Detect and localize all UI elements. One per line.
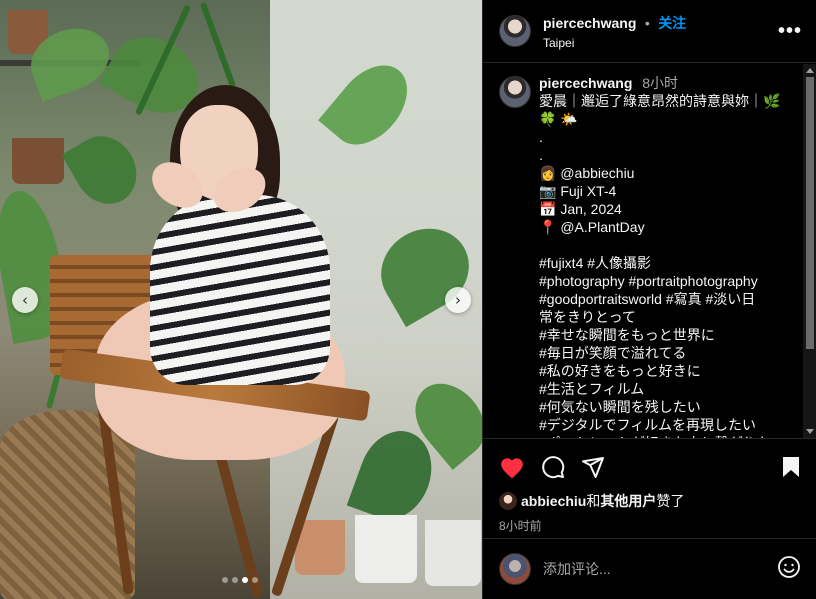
caption-line[interactable]: 👩 @abbiechiu xyxy=(539,164,787,182)
carousel-dot xyxy=(222,577,228,583)
caption-author-avatar[interactable] xyxy=(499,76,531,108)
plant-pot xyxy=(355,515,417,583)
caption-line: . xyxy=(539,129,543,145)
header-separator: • xyxy=(644,14,650,31)
post-header: piercechwang • 关注 Taipei ••• xyxy=(483,0,816,63)
likes-summary: abbiechiu 和 其他用户 赞了 xyxy=(499,491,801,511)
caption-line[interactable]: #goodportraitsworld #寫真 #淡い日 xyxy=(539,290,787,308)
caption-line[interactable]: #何気ない瞬間を残したい xyxy=(539,398,787,416)
carousel-prev-button[interactable]: ‹ xyxy=(12,287,38,313)
fern-stem xyxy=(199,1,237,89)
caption-text: 愛晨｜邂逅了綠意昂然的詩意與妳｜🌿 🍀 🌤️.. 👩 @abbiechiu 📷 Fuj… xyxy=(539,92,787,438)
viewer-avatar xyxy=(499,553,531,585)
caption-line[interactable]: #デジタルでフィルムを再現したい xyxy=(539,416,787,434)
post-location[interactable]: Taipei xyxy=(543,36,778,50)
bookmark-filled-icon[interactable] xyxy=(781,455,801,479)
caption-line[interactable]: #生活とフィルム xyxy=(539,380,787,398)
carousel-next-button[interactable]: › xyxy=(445,287,471,313)
plant-pot xyxy=(425,520,481,586)
comments-panel[interactable]: piercechwang 8小时 愛晨｜邂逅了綠意昂然的詩意與妳｜🌿 🍀 🌤️..… xyxy=(483,64,803,438)
carousel-dots xyxy=(222,577,258,583)
caption-line[interactable]: #私の好きをもっと好きに xyxy=(539,362,787,380)
comment-composer xyxy=(483,538,816,599)
likes-others-link[interactable]: 其他用户 xyxy=(600,491,656,511)
likes-connector: 和 xyxy=(586,493,601,509)
model-striped-top xyxy=(150,195,330,385)
liker-username[interactable]: abbiechiu xyxy=(521,493,586,509)
post-media[interactable]: ‹ › xyxy=(0,0,482,599)
caption-line[interactable]: #fujixt4 #人像攝影 xyxy=(539,254,787,272)
caption-line[interactable]: #幸せな瞬間をもっと世界に xyxy=(539,326,787,344)
smiley-icon[interactable] xyxy=(777,555,801,584)
caption-line: 🍀 🌤️ xyxy=(539,111,578,127)
action-icon-row xyxy=(499,453,801,481)
comment-input[interactable] xyxy=(543,561,777,577)
caption-username[interactable]: piercechwang xyxy=(539,75,632,91)
carousel-dot xyxy=(242,577,248,583)
plant-pot xyxy=(12,138,64,184)
caption-line: 📅 Jan, 2024 xyxy=(539,201,622,217)
comments-scrollbar[interactable] xyxy=(803,64,816,438)
follow-button[interactable]: 关注 xyxy=(658,15,686,31)
post-timestamp[interactable]: 8小时前 xyxy=(499,517,801,534)
author-username[interactable]: piercechwang xyxy=(543,15,636,31)
author-info: piercechwang • 关注 Taipei xyxy=(543,13,778,50)
plant-leaf xyxy=(61,124,149,216)
scroll-down-arrow-icon[interactable] xyxy=(806,429,814,434)
caption-line[interactable]: #毎日が笑顔で溢れてる xyxy=(539,344,787,362)
caption-line[interactable]: 📍 @A.PlantDay xyxy=(539,218,787,236)
carousel-dot xyxy=(252,577,258,583)
caption-line: 愛晨｜邂逅了綠意昂然的詩意與妳｜🌿 xyxy=(539,93,781,109)
post-sidebar: piercechwang • 关注 Taipei ••• piercechwan… xyxy=(482,0,816,599)
post-actions: abbiechiu 和 其他用户 赞了 8小时前 xyxy=(483,438,816,534)
caption-line xyxy=(539,236,787,254)
scrollbar-thumb[interactable] xyxy=(806,77,814,349)
paper-plane-icon[interactable] xyxy=(581,455,605,479)
likes-suffix: 赞了 xyxy=(656,493,685,509)
comment-bubble-icon[interactable] xyxy=(541,455,565,479)
caption-line: . xyxy=(539,147,543,163)
caption-line: 常をきりとって xyxy=(539,309,636,325)
liker-avatar[interactable] xyxy=(499,492,517,510)
caption-time: 8小时 xyxy=(642,75,679,91)
scroll-up-arrow-icon[interactable] xyxy=(806,68,814,73)
more-options-icon[interactable]: ••• xyxy=(778,20,802,43)
caption-row: piercechwang 8小时 愛晨｜邂逅了綠意昂然的詩意與妳｜🌿 🍀 🌤️..… xyxy=(499,74,787,438)
heart-filled-icon[interactable] xyxy=(499,455,525,479)
post-caption: piercechwang 8小时 愛晨｜邂逅了綠意昂然的詩意與妳｜🌿 🍀 🌤️..… xyxy=(539,74,787,438)
caption-line: 📷 Fuji XT-4 xyxy=(539,183,617,199)
carousel-dot xyxy=(232,577,238,583)
author-avatar[interactable] xyxy=(499,15,531,47)
caption-line[interactable]: #photography #portraitphotography xyxy=(539,272,787,290)
